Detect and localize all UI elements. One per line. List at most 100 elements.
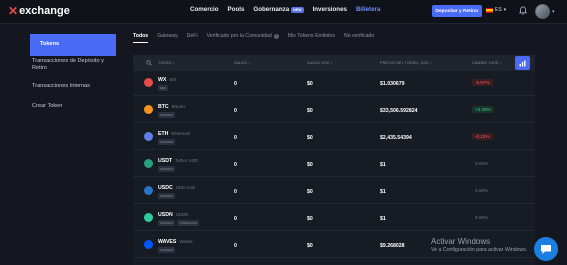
- tab-todos[interactable]: Todos: [133, 33, 148, 39]
- tether-icon: [144, 159, 153, 168]
- sidebar-item-deposit-withdraw[interactable]: Transacciones de Depósito y Retiro: [32, 58, 116, 72]
- deposit-withdraw-button[interactable]: Depositar y Retirar: [432, 5, 482, 17]
- change-24h-badge: 0.00%: [475, 161, 489, 166]
- table-row[interactable]: WX WX DEX 0 $0 $1.030679 -5.57%: [133, 71, 535, 96]
- token-name: Waves: [179, 239, 193, 244]
- token-tags: GATEWAY: [158, 112, 176, 118]
- tab-unverified[interactable]: No verificado: [344, 33, 374, 39]
- active-tab-indicator: [133, 42, 148, 43]
- avatar[interactable]: [535, 4, 550, 19]
- token-price-cell: $1: [380, 216, 386, 222]
- search-icon[interactable]: [146, 60, 152, 66]
- table-row[interactable]: BTC Bitcoin GATEWAY 0 $0 $33,506.592824 +3.45%: [133, 98, 535, 123]
- token-price-cell: $1: [380, 162, 386, 168]
- language-selector[interactable]: ES ▾: [486, 7, 506, 13]
- token-tags: GATEWAY: [158, 139, 176, 145]
- table-row[interactable]: USDT Tether USD GATEWAY 0 $0 $1 0.00%: [133, 152, 535, 177]
- windows-activation-watermark: Activar Windows Ve a Configuración para …: [431, 237, 527, 254]
- logo-mark: ✕: [8, 4, 19, 18]
- nav-gobernanza-label: Gobernanza: [253, 6, 290, 13]
- token-name: Tether USD: [175, 158, 198, 163]
- sidebar-item-tokens[interactable]: Tokens: [30, 34, 116, 56]
- avatar-chevron-icon[interactable]: ▾: [552, 9, 555, 15]
- tab-my-issued-tokens[interactable]: Mis Tokens Emitidos: [288, 33, 335, 39]
- tokens-table: TOKEN ↕ SALDO ↕ SALDO USD ↕ PRECIO DEL T…: [133, 55, 535, 265]
- new-badge: NEW: [291, 6, 304, 13]
- sidebar-item-create-token[interactable]: Crear Token: [32, 103, 116, 110]
- bar-chart-icon: [519, 60, 526, 66]
- token-price-cell: $1: [380, 189, 386, 195]
- nav-gobernanza[interactable]: Gobernanza NEW: [253, 6, 304, 13]
- token-symbol-text: ETH: [158, 131, 169, 137]
- token-price-cell: $2,435.54394: [380, 135, 412, 141]
- ethereum-icon: [144, 132, 153, 141]
- balance-cell: 0: [234, 108, 237, 114]
- main-nav: Comercio Pools Gobernanza NEW Inversione…: [190, 6, 380, 13]
- usdn-icon: [144, 213, 153, 222]
- token-symbol: USDT Tether USD: [158, 158, 198, 164]
- token-tags: GATEWAY: [158, 193, 176, 199]
- token-name: Ethereum: [171, 131, 191, 136]
- sidebar-item-internal-transactions[interactable]: Transacciones Internas: [32, 83, 116, 90]
- token-price-cell: $9.268028: [380, 243, 405, 249]
- support-chat-button[interactable]: [534, 237, 558, 261]
- tab-community-verified[interactable]: Verificado por la Comunidad ?: [207, 33, 279, 39]
- column-token-price[interactable]: PRECIO DEL TOKEN, USD ↕: [380, 61, 432, 65]
- logo[interactable]: ✕ exchange: [8, 4, 70, 18]
- change-24h-badge: -0.12%: [472, 133, 493, 140]
- column-balance-usd[interactable]: SALDO USD ↕: [307, 61, 333, 65]
- token-symbol-text: WX: [158, 77, 167, 83]
- change-24h-badge: +3.45%: [472, 106, 494, 113]
- token-tag: GATEWAY: [158, 220, 176, 226]
- tab-community-verified-label: Verificado por la Comunidad: [206, 33, 272, 39]
- nav-billetera[interactable]: Billetera: [356, 6, 380, 13]
- token-tag: GATEWAY: [158, 166, 176, 172]
- token-tags: GATEWAY: [158, 247, 176, 253]
- table-row[interactable]: ETH Ethereum GATEWAY 0 $0 $2,435.54394 -0.12%: [133, 125, 535, 150]
- balance-cell: 0: [234, 243, 237, 249]
- token-tag: GATEWAY: [158, 139, 176, 145]
- top-bar: ✕ exchange Comercio Pools Gobernanza NEW…: [0, 0, 567, 24]
- watermark-subtitle: Ve a Configuración para activar Windows.: [431, 247, 528, 253]
- token-tag: GATEWAY: [158, 193, 176, 199]
- change-24h-badge: 0.00%: [475, 215, 489, 220]
- chat-icon: [541, 244, 551, 254]
- token-symbol-text: USDT: [158, 158, 173, 164]
- tab-gateway[interactable]: Gateway: [157, 33, 177, 39]
- column-change-24h[interactable]: CAMBIO 24HS ↕: [472, 61, 502, 65]
- token-symbol-text: BTC: [158, 104, 169, 110]
- balance-usd-cell: $0: [307, 81, 313, 87]
- token-symbol-text: USDC: [158, 185, 173, 191]
- balance-usd-cell: $0: [307, 162, 313, 168]
- token-price-cell: $1.030679: [380, 81, 405, 87]
- token-symbol-text: USDN: [158, 212, 173, 218]
- token-tags: GATEWAY: [158, 166, 176, 172]
- balance-cell: 0: [234, 81, 237, 87]
- token-tag: STABLECOIN: [177, 220, 199, 226]
- balance-cell: 0: [234, 216, 237, 222]
- change-24h-badge: 0.00%: [475, 188, 489, 193]
- column-token[interactable]: TOKEN ↕: [158, 61, 175, 65]
- balance-cell: 0: [234, 162, 237, 168]
- token-tag: GATEWAY: [158, 112, 176, 118]
- chevron-down-icon: ▾: [503, 7, 507, 13]
- column-balance[interactable]: SALDO ↕: [234, 61, 250, 65]
- table-row[interactable]: USDN USDN GATEWAY STABLECOIN 0 $0 $1 0.00%: [133, 206, 535, 231]
- token-symbol: USDN USDN: [158, 212, 188, 218]
- token-tags: DEX: [158, 85, 168, 91]
- bitcoin-icon: [144, 105, 153, 114]
- tab-defi[interactable]: DeFi: [187, 33, 198, 39]
- token-symbol: USDC USD Coin: [158, 185, 195, 191]
- token-symbol: WX WX: [158, 77, 176, 83]
- nav-pools[interactable]: Pools: [228, 6, 245, 13]
- chart-view-button[interactable]: [515, 56, 530, 70]
- table-row[interactable]: USDC USD Coin GATEWAY 0 $0 $1 0.00%: [133, 179, 535, 204]
- token-symbol: ETH Ethereum: [158, 131, 190, 137]
- change-24h-badge: -5.57%: [472, 79, 493, 86]
- bell-icon[interactable]: [519, 6, 527, 15]
- balance-usd-cell: $0: [307, 216, 313, 222]
- info-icon[interactable]: ?: [273, 33, 279, 39]
- nav-inversiones[interactable]: Inversiones: [313, 6, 347, 13]
- watermark-title: Activar Windows: [431, 237, 491, 246]
- nav-comercio[interactable]: Comercio: [190, 6, 219, 13]
